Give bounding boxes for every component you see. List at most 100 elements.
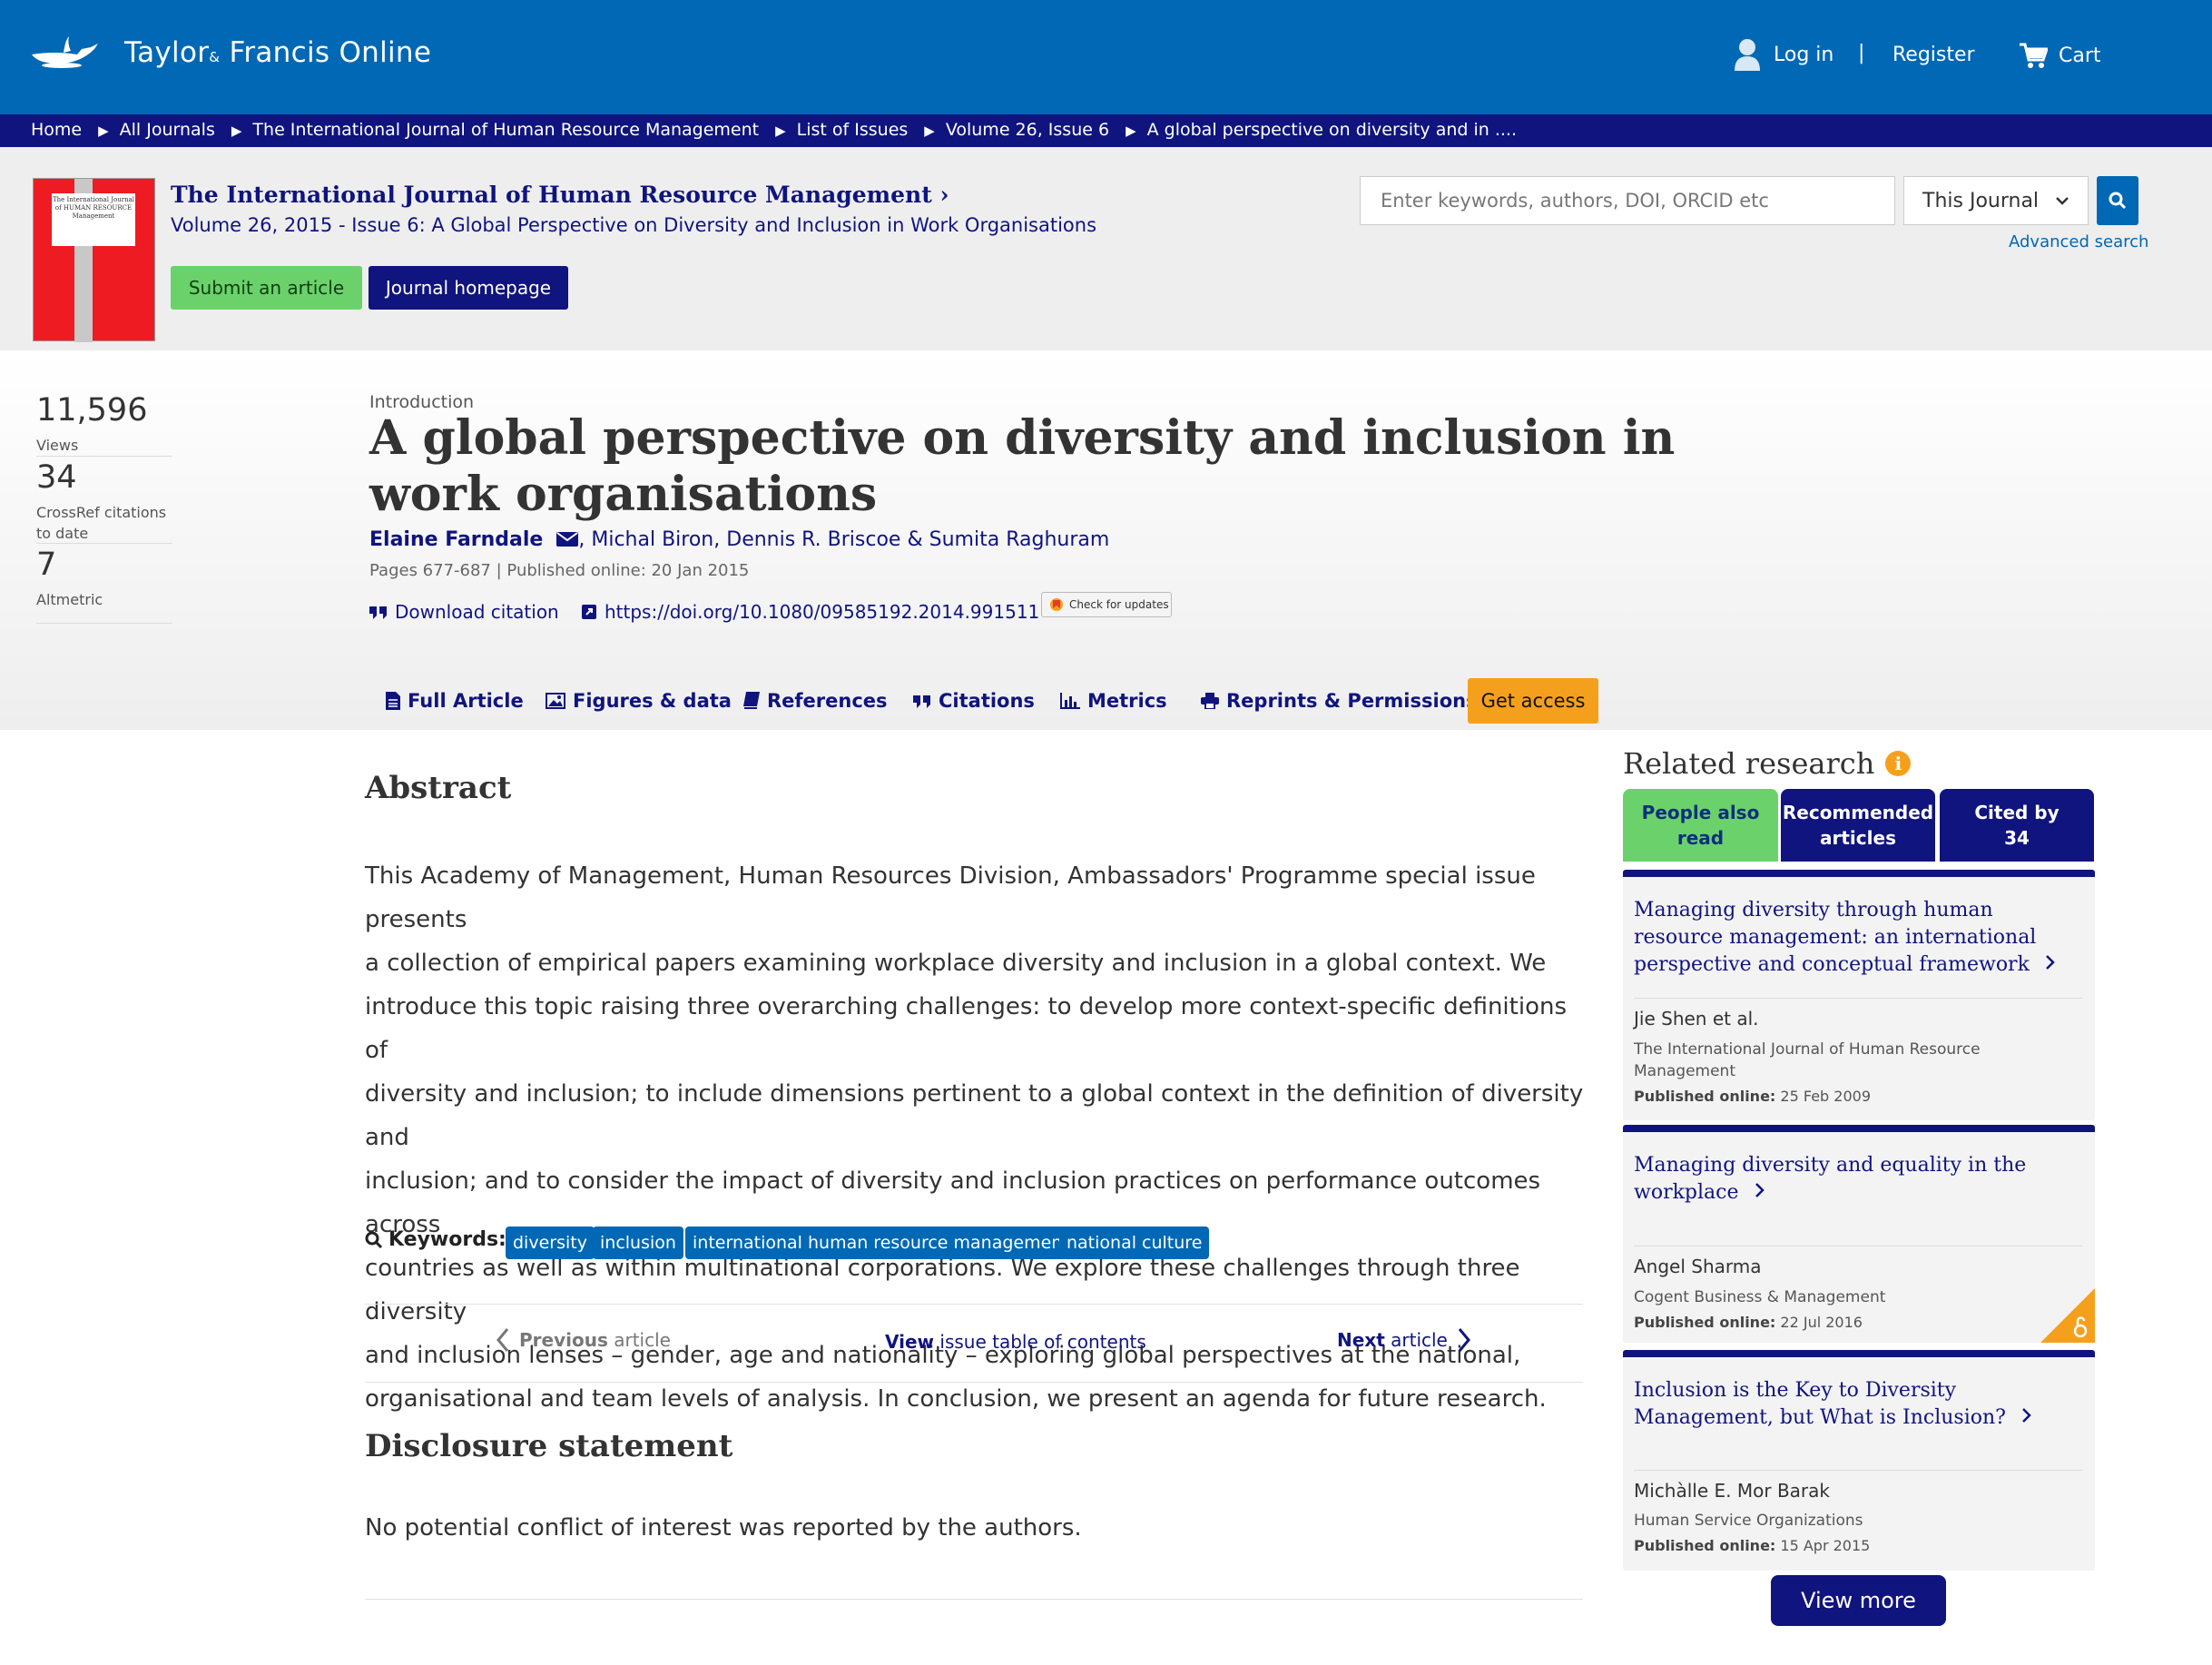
lamp-logo-icon	[32, 36, 98, 68]
quote-icon	[913, 695, 930, 708]
tab-metrics[interactable]: Metrics	[1060, 679, 1167, 723]
views-label: Views	[36, 437, 79, 454]
views-count: 11,596	[36, 392, 148, 429]
keyword-tag[interactable]: diversity	[506, 1227, 595, 1259]
divider	[365, 1599, 1583, 1600]
altmetric-label: Altmetric	[36, 591, 103, 608]
breadcrumb-home[interactable]: Home	[31, 120, 82, 140]
logo-text: Taylor& Francis Online	[124, 36, 432, 69]
author-link[interactable]: Sumita Raghuram	[929, 528, 1110, 551]
search-button[interactable]	[2097, 176, 2138, 225]
author-list: Elaine Farndale , Michal Biron, Dennis R…	[369, 528, 1110, 551]
divider	[365, 1304, 1583, 1305]
doi-link[interactable]: https://doi.org/10.1080/09585192.2014.99…	[581, 601, 1039, 623]
quote-icon	[369, 606, 387, 619]
altmetric-score[interactable]: 7	[36, 547, 56, 583]
search-input[interactable]: Enter keywords, authors, DOI, ORCID etc	[1360, 176, 1895, 225]
search-icon	[365, 1231, 383, 1248]
header-divider: |	[1858, 42, 1865, 64]
card-divider	[1634, 998, 2082, 999]
register-link[interactable]: Register	[1892, 44, 1975, 66]
login-link[interactable]: Log in	[1734, 38, 1834, 71]
citations-label: CrossRef citations to date	[36, 504, 167, 542]
search-scope-select[interactable]: This Journal	[1903, 176, 2089, 225]
tab-cited-by[interactable]: Cited by 34	[1940, 789, 2094, 862]
tab-people-also-read[interactable]: People also read	[1623, 789, 1778, 862]
keyword-tag[interactable]: national culture	[1059, 1227, 1210, 1259]
info-icon[interactable]: i	[1885, 751, 1912, 776]
related-article-published: Published online: 15 Apr 2015	[1634, 1537, 1871, 1554]
issue-toc-link[interactable]: View issue table of contents	[885, 1331, 1146, 1353]
related-article-journal: Cogent Business & Management	[1634, 1288, 1886, 1306]
cover-label: The International Journal of HUMAN RESOU…	[52, 193, 135, 246]
related-article-card: Managing diversity through human resourc…	[1623, 870, 2095, 1120]
chevron-down-icon	[2056, 197, 2069, 205]
previous-article-link[interactable]: Previous article	[496, 1327, 671, 1353]
breadcrumb-journal[interactable]: The International Journal of Human Resou…	[252, 120, 759, 140]
related-article-title[interactable]: Inclusion is the Key to Diversity Manage…	[1634, 1377, 2088, 1432]
citations-count[interactable]: 34	[36, 459, 77, 496]
tab-reprints-permissions[interactable]: Reprints & Permissions	[1201, 679, 1478, 723]
breadcrumb-all-journals[interactable]: All Journals	[120, 120, 215, 140]
divider	[365, 1382, 1583, 1383]
keyword-tag[interactable]: international human resource management	[685, 1227, 1077, 1259]
related-article-author: Jie Shen et al.	[1634, 1008, 1759, 1030]
user-icon	[1735, 39, 1760, 71]
metric-divider	[36, 543, 172, 544]
journal-title-link[interactable]: The International Journal of Human Resou…	[171, 182, 949, 208]
author-link[interactable]: Elaine Farndale	[369, 528, 543, 551]
get-access-button[interactable]: Get access	[1468, 678, 1598, 724]
article-pages: Pages 677-687 | Published online: 20 Jan…	[369, 561, 750, 580]
download-citation-link[interactable]: Download citation	[369, 601, 559, 623]
open-access-icon	[2040, 1288, 2095, 1343]
journal-cover-image[interactable]: The International Journal of HUMAN RESOU…	[33, 178, 155, 342]
crossmark-icon	[1050, 598, 1063, 611]
tab-full-article[interactable]: Full Article	[386, 679, 524, 723]
tab-recommended-articles[interactable]: Recommended articles	[1781, 789, 1935, 862]
envelope-icon[interactable]	[556, 532, 579, 547]
related-article-author: Angel Sharma	[1634, 1256, 1762, 1277]
submit-article-button[interactable]: Submit an article	[171, 266, 362, 310]
keyword-tag[interactable]: inclusion	[593, 1227, 683, 1259]
related-article-title[interactable]: Managing diversity through human resourc…	[1634, 897, 2088, 979]
author-link[interactable]: Dennis R. Briscoe	[726, 528, 900, 551]
next-article-link[interactable]: Next article	[1337, 1327, 1471, 1353]
image-icon	[546, 693, 565, 709]
metric-divider	[36, 456, 172, 457]
external-link-icon	[582, 605, 596, 619]
disclosure-text: No potential conflict of interest was re…	[365, 1514, 1082, 1542]
author-link[interactable]: Michal Biron	[591, 528, 713, 551]
related-article-author: Michàlle E. Mor Barak	[1634, 1480, 1830, 1502]
site-logo[interactable]: Taylor& Francis Online	[27, 34, 431, 71]
article-type: Introduction	[369, 392, 475, 412]
cart-link[interactable]: Cart	[2019, 42, 2101, 69]
issue-link[interactable]: Issue 6: A Global Perspective on Diversi…	[351, 214, 1096, 236]
related-article-title[interactable]: Managing diversity and equality in the w…	[1634, 1152, 2088, 1207]
tab-citations[interactable]: Citations	[913, 679, 1035, 723]
breadcrumb-current: A global perspective on diversity and in…	[1146, 120, 1518, 140]
book-icon	[743, 692, 760, 709]
related-research-heading: Related research i	[1623, 746, 1912, 781]
document-icon	[386, 692, 400, 710]
journal-volume: Volume 26, 2015 - Issue 6: A Global Pers…	[171, 214, 1097, 236]
related-article-card: Inclusion is the Key to Diversity Manage…	[1623, 1350, 2095, 1571]
view-more-button[interactable]: View more	[1771, 1575, 1946, 1626]
related-article-journal: Human Service Organizations	[1634, 1512, 1863, 1530]
chevron-right-icon	[2022, 1408, 2031, 1423]
keywords-label: Keywords::	[365, 1228, 515, 1251]
card-divider	[1634, 1470, 2082, 1471]
chevron-left-icon	[496, 1328, 509, 1352]
tab-figures-data[interactable]: Figures & data	[546, 679, 732, 723]
advanced-search-link[interactable]: Advanced search	[2009, 232, 2148, 251]
check-for-updates-button[interactable]: Check for updates	[1041, 592, 1172, 617]
print-icon	[1201, 693, 1219, 709]
tab-references[interactable]: References	[743, 679, 888, 723]
related-article-journal: The International Journal of Human Resou…	[1634, 1040, 1981, 1080]
cart-icon	[2020, 43, 2048, 68]
journal-homepage-button[interactable]: Journal homepage	[369, 266, 568, 310]
breadcrumb-issue[interactable]: Volume 26, Issue 6	[946, 120, 1109, 140]
related-article-published: Published online: 22 Jul 2016	[1634, 1314, 1863, 1331]
breadcrumb-list-of-issues[interactable]: List of Issues	[797, 120, 909, 140]
article-title: A global perspective on diversity and in…	[369, 410, 1676, 522]
breadcrumb: Home ▶ All Journals ▶ The International Jour…	[31, 120, 1518, 140]
